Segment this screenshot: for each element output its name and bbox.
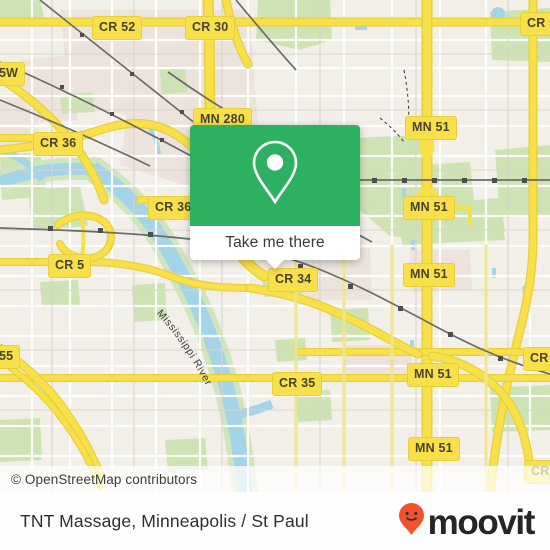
road-shield: MN 51 [403,263,455,287]
footer-bar: TNT Massage, Minneapolis / St Paul moovi… [0,492,550,550]
moovit-smiley-pin-icon [398,502,425,541]
road-shield: 55 [0,345,21,369]
take-me-there-button[interactable]: Take me there [190,226,360,260]
road-shield: CR 5 [523,347,550,371]
location-pin-icon [248,138,302,213]
road-shield: CR 34 [268,268,319,292]
map-screen: Mississippi River CR 52CR 30CR 55WMN 280… [0,0,550,550]
place-popup-card[interactable]: Take me there [190,125,360,269]
place-title: TNT Massage, Minneapolis / St Paul [20,510,309,531]
road-shield: MN 51 [408,437,460,461]
road-shield: CR 36 [33,132,84,156]
road-shield: MN 51 [403,196,455,220]
svg-text:Mississippi River: Mississippi River [154,307,214,387]
road-shield: CR 35 [272,372,323,396]
road-shield: CR 30 [185,16,236,40]
river-label: Mississippi River [154,307,214,387]
road-shield: CR 52 [92,16,143,40]
take-me-there-label: Take me there [225,234,325,251]
road-shield: MN 51 [405,116,457,140]
road-shield: CR 5 [48,254,92,278]
popup-header [190,125,360,226]
road-shield: CR 5 [520,12,550,36]
map-attribution-bar: © OpenStreetMap contributors [0,466,550,492]
road-shield: MN 51 [407,363,459,387]
popup-pointer-tail [266,260,284,269]
osm-attribution-text[interactable]: © OpenStreetMap contributors [11,472,197,487]
moovit-brand[interactable]: moovit [398,502,536,542]
moovit-wordmark: moovit [427,502,536,542]
road-shield: 5W [0,62,26,86]
